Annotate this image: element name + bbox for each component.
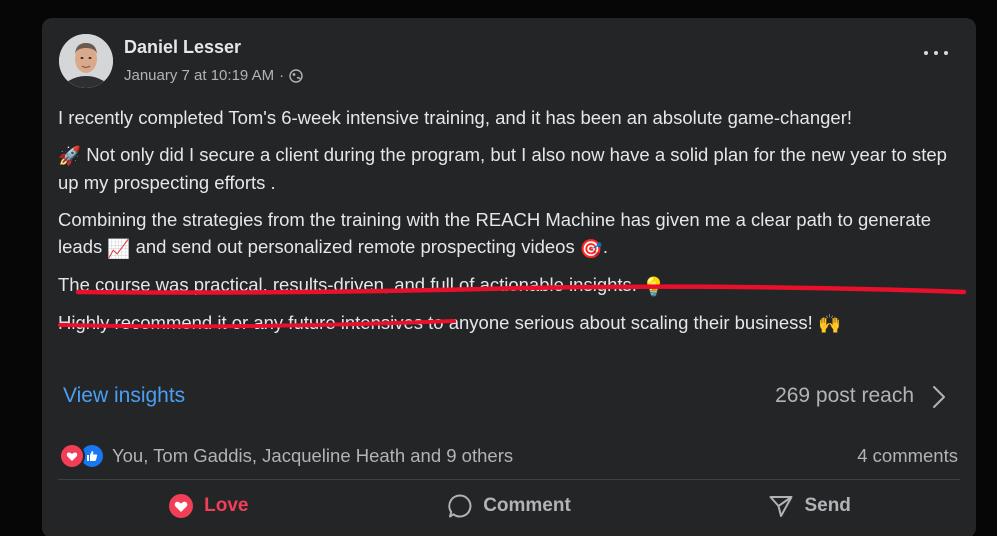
target-emoji-icon: 🎯 — [579, 237, 603, 259]
post-paragraph-2: 🚀 Not only did I secure a client during … — [58, 141, 963, 197]
raised-hands-emoji-icon: 🙌 — [817, 313, 841, 335]
reaction-names: You, Tom Gaddis, Jacqueline Heath and 9 … — [112, 445, 514, 466]
reactions-summary[interactable]: You, Tom Gaddis, Jacqueline Heath and 9 … — [59, 443, 513, 469]
author-name[interactable]: Daniel Lesser — [124, 37, 241, 58]
post-timestamp[interactable]: January 7 at 10:19 AM — [124, 67, 274, 84]
love-reaction-icon — [59, 443, 85, 469]
post-paragraph-3: Combining the strategies from the traini… — [58, 206, 963, 262]
rocket-emoji-icon: 🚀 — [58, 144, 82, 166]
lightbulb-emoji-icon: 💡 — [642, 275, 666, 297]
post-reach-count: 269 post reach — [775, 384, 914, 407]
divider — [58, 479, 960, 480]
send-button[interactable]: Send — [659, 486, 960, 526]
post-paragraph-5: Highly recommend it or any future intens… — [58, 309, 963, 338]
post-actions: Love Comment Send — [58, 486, 960, 526]
screen: Daniel Lesser January 7 at 10:19 AM · I … — [0, 0, 997, 536]
send-icon — [768, 493, 794, 519]
post-paragraph-4: The course was practical, results-driven… — [58, 271, 963, 300]
love-button-label: Love — [204, 495, 249, 516]
comments-count[interactable]: 4 comments — [857, 445, 958, 467]
more-dots-icon[interactable] — [922, 48, 950, 58]
comment-button[interactable]: Comment — [359, 486, 660, 526]
comment-bubble-icon — [447, 493, 473, 519]
post-meta: January 7 at 10:19 AM · — [124, 67, 303, 84]
author-avatar[interactable] — [59, 34, 113, 88]
post-paragraph-4-text: The course was practical, results-driven… — [58, 274, 637, 296]
post-paragraph-5-text: Highly recommend it or any future intens… — [58, 312, 813, 334]
post-body: I recently completed Tom's 6-week intens… — [58, 104, 963, 347]
post-card: Daniel Lesser January 7 at 10:19 AM · I … — [42, 18, 976, 536]
post-paragraph-3-text-b: and send out personalized remote prospec… — [135, 236, 575, 258]
post-paragraph-2-text: Not only did I secure a client during th… — [58, 143, 947, 194]
meta-separator: · — [279, 67, 285, 84]
chevron-right-icon[interactable] — [932, 385, 946, 409]
avatar-image — [59, 34, 113, 88]
view-insights-link[interactable]: View insights — [63, 384, 185, 408]
heart-icon — [168, 493, 194, 519]
comment-button-label: Comment — [483, 495, 571, 516]
love-button[interactable]: Love — [58, 486, 359, 526]
globe-icon — [289, 68, 303, 83]
send-button-label: Send — [804, 495, 851, 516]
chart-emoji-icon: 📈 — [107, 237, 131, 259]
post-paragraph-1: I recently completed Tom's 6-week intens… — [58, 107, 853, 128]
post-paragraph-3-text-c: . — [602, 236, 609, 258]
